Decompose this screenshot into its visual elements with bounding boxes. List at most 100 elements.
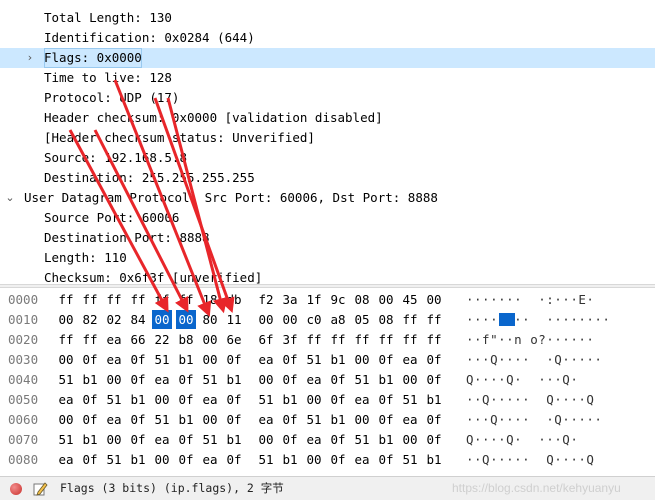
hex-byte[interactable]: 00 (104, 430, 124, 449)
hex-byte[interactable]: 0f (176, 450, 196, 469)
hex-byte[interactable]: b1 (224, 430, 244, 449)
hex-byte[interactable]: 00 (424, 290, 444, 309)
hex-byte[interactable]: b1 (176, 350, 196, 369)
hex-byte[interactable]: 0f (80, 450, 100, 469)
hex-byte[interactable]: 00 (56, 410, 76, 429)
hex-byte[interactable]: ff (328, 330, 348, 349)
bytes-row[interactable]: 0030 00 0f ea 0f 51 b1 00 0f ea 0f 51 b1 00 0f ea 0f ···Q… (0, 350, 655, 369)
ascii-dump[interactable]: Q····Q· ···Q· (466, 430, 606, 449)
hex-byte[interactable]: 0f (224, 390, 244, 409)
ascii-dump[interactable]: Q····Q· ···Q· (466, 370, 606, 389)
tree-row[interactable]: Header checksum: 0x0000 [validation disa… (0, 108, 655, 128)
hex-byte[interactable]: 0f (280, 430, 300, 449)
bytes-row[interactable]: 0060 00 0f ea 0f 51 b1 00 0f ea 0f 51 b1 00 0f ea 0f ···Q… (0, 410, 655, 429)
hex-byte[interactable]: 9c (328, 290, 348, 309)
hex-byte[interactable]: 0f (328, 430, 348, 449)
hex-byte[interactable]: ea (104, 350, 124, 369)
hex-byte[interactable]: 0f (128, 410, 148, 429)
ascii-dump[interactable]: ··Q····· Q····Q (466, 450, 606, 469)
packet-details-pane[interactable]: Total Length: 130 Identification: 0x0284 … (0, 0, 655, 284)
hex-byte[interactable]: b1 (80, 430, 100, 449)
hex-byte[interactable]: 0f (176, 390, 196, 409)
tree-row[interactable]: Time to live: 128 (0, 68, 655, 88)
hex-byte[interactable]: ea (56, 390, 76, 409)
hex-byte[interactable]: ff (352, 330, 372, 349)
tree-row[interactable]: [Header checksum status: Unverified] (0, 128, 655, 148)
hex-byte[interactable]: ea (104, 330, 124, 349)
hex-byte[interactable]: a8 (328, 310, 348, 329)
hex-byte[interactable]: b1 (328, 410, 348, 429)
hex-byte[interactable]: ff (128, 290, 148, 309)
hex-byte[interactable]: c0 (304, 310, 324, 329)
edit-icon[interactable] (32, 481, 48, 497)
hex-byte[interactable]: 51 (104, 450, 124, 469)
hex-byte[interactable]: 84 (128, 310, 148, 329)
tree-row[interactable]: Identification: 0x0284 (644) (0, 28, 655, 48)
hex-byte[interactable]: db (224, 290, 244, 309)
hex-byte[interactable]: 0f (376, 450, 396, 469)
hex-byte[interactable]: b8 (176, 330, 196, 349)
hex-byte[interactable]: b1 (280, 390, 300, 409)
hex-byte[interactable]: 0f (376, 390, 396, 409)
hex-byte[interactable]: ea (56, 450, 76, 469)
hex-byte[interactable]: 0f (376, 350, 396, 369)
hex-byte[interactable]: 1f (304, 290, 324, 309)
hex-byte[interactable]: 6f (256, 330, 276, 349)
hex-byte[interactable]: 0f (128, 370, 148, 389)
hex-byte[interactable]: 0f (224, 350, 244, 369)
hex-byte[interactable]: f2 (256, 290, 276, 309)
packet-bytes-pane[interactable]: 0000 ff ff ff ff ff ff 18 db f2 3a 1f 9c 08 00 45 00 ····… (0, 288, 655, 476)
tree-row[interactable]: Destination: 255.255.255.255 (0, 168, 655, 188)
ascii-dump[interactable]: ······· ·:···E· (466, 290, 606, 309)
hex-byte[interactable]: ff (56, 330, 76, 349)
hex-byte[interactable]: 0f (376, 410, 396, 429)
hex-byte[interactable]: ea (256, 350, 276, 369)
bytes-row[interactable]: 0080 ea 0f 51 b1 00 0f ea 0f 51 b1 00 0f ea 0f 51 b1 ··Q·… (0, 450, 655, 469)
hex-byte[interactable]: ea (256, 410, 276, 429)
bytes-row[interactable]: 0050 ea 0f 51 b1 00 0f ea 0f 51 b1 00 0f ea 0f 51 b1 ··Q·… (0, 390, 655, 409)
hex-byte[interactable]: 0f (280, 410, 300, 429)
hex-byte[interactable]: 0f (80, 350, 100, 369)
hex-byte[interactable]: 51 (256, 390, 276, 409)
tree-row[interactable]: ⌄ User Datagram Protocol, Src Port: 60006… (0, 188, 655, 208)
hex-byte[interactable]: 00 (256, 370, 276, 389)
hex-byte[interactable]: 0f (224, 410, 244, 429)
hex-byte[interactable]: ea (304, 430, 324, 449)
hex-byte[interactable]: ff (376, 330, 396, 349)
hex-byte[interactable]: ff (424, 310, 444, 329)
hex-byte[interactable]: 82 (80, 310, 100, 329)
hex-byte[interactable]: 00 (304, 390, 324, 409)
hex-byte[interactable]: ff (104, 290, 124, 309)
hex-byte[interactable]: b1 (376, 430, 396, 449)
hex-byte[interactable]: 00 (304, 450, 324, 469)
hex-byte[interactable]: 51 (352, 370, 372, 389)
hex-byte[interactable]: 80 (200, 310, 220, 329)
tree-row[interactable]: Source: 192.168.5.8 (0, 148, 655, 168)
hex-byte[interactable]: 0f (128, 350, 148, 369)
hex-byte[interactable]: 51 (256, 450, 276, 469)
hex-byte[interactable]: 51 (304, 410, 324, 429)
tree-row[interactable]: Length: 110 (0, 248, 655, 268)
chevron-right-icon[interactable]: › (24, 48, 36, 68)
hex-byte[interactable]: 0f (224, 450, 244, 469)
hex-byte[interactable]: 51 (200, 370, 220, 389)
hex-byte[interactable]: 0f (424, 410, 444, 429)
chevron-down-icon[interactable]: ⌄ (4, 188, 16, 208)
hex-byte[interactable]: 0f (424, 370, 444, 389)
hex-byte[interactable]: b1 (376, 370, 396, 389)
tree-row[interactable]: Checksum: 0x6f3f [unverified] (0, 268, 655, 284)
hex-byte[interactable]: ea (200, 450, 220, 469)
hex-byte[interactable]: ea (400, 410, 420, 429)
hex-byte[interactable]: 00 (56, 350, 76, 369)
hex-byte[interactable]: 51 (104, 390, 124, 409)
hex-byte[interactable]: ea (152, 370, 172, 389)
hex-byte[interactable]: b1 (280, 450, 300, 469)
hex-byte[interactable]: 51 (56, 430, 76, 449)
hex-byte[interactable]: 02 (104, 310, 124, 329)
ascii-dump[interactable]: ···Q···· ·Q····· (466, 350, 606, 369)
hex-byte[interactable]: 08 (352, 290, 372, 309)
hex-byte[interactable]: 22 (152, 330, 172, 349)
hex-byte[interactable]: ea (152, 430, 172, 449)
hex-byte[interactable]: 00 (376, 290, 396, 309)
hex-byte[interactable]: ff (176, 290, 196, 309)
